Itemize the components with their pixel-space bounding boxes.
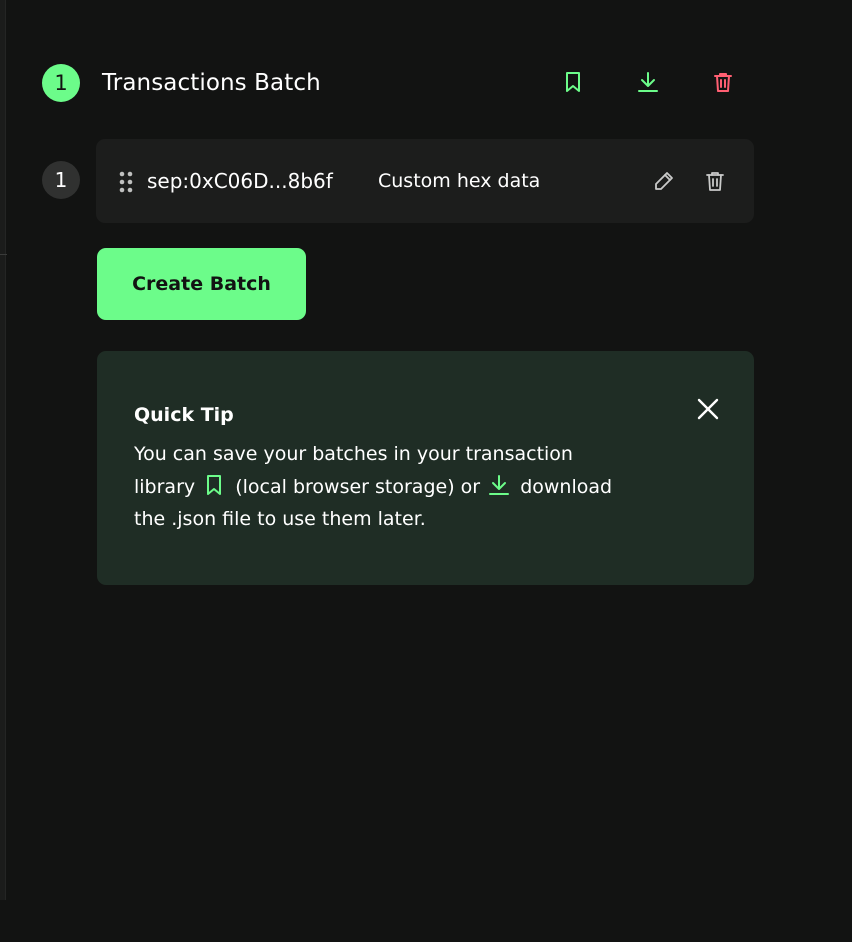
drag-handle-icon[interactable] bbox=[118, 170, 134, 194]
tip-line-2-part-1: library bbox=[134, 475, 196, 498]
transaction-address: sep:0xC06D...8b6f bbox=[147, 169, 333, 193]
create-batch-button[interactable]: Create Batch bbox=[97, 248, 306, 320]
batch-count-badge: 1 bbox=[42, 64, 80, 102]
trash-icon[interactable] bbox=[703, 169, 727, 193]
quick-tip-card: Quick Tip You can save your batches in y… bbox=[97, 351, 754, 585]
transaction-method: Custom hex data bbox=[378, 170, 541, 192]
tip-body: You can save your batches in your transa… bbox=[134, 438, 674, 536]
tip-line-2-part-3: download bbox=[520, 475, 613, 498]
tip-line-1: You can save your batches in your transa… bbox=[134, 443, 573, 465]
sidebar-edge bbox=[0, 0, 6, 900]
bookmark-icon[interactable] bbox=[561, 70, 585, 94]
close-icon[interactable] bbox=[695, 396, 721, 422]
download-icon[interactable] bbox=[636, 70, 660, 94]
transaction-index-badge: 1 bbox=[42, 161, 80, 199]
pencil-icon[interactable] bbox=[652, 169, 676, 193]
sidebar-divider bbox=[0, 254, 7, 255]
tip-line-2: library (local browser storage) or downl… bbox=[134, 471, 674, 504]
bookmark-icon bbox=[203, 474, 225, 496]
tip-line-3: the .json file to use them later. bbox=[134, 508, 426, 530]
transaction-item[interactable]: sep:0xC06D...8b6f Custom hex data bbox=[96, 139, 754, 223]
download-icon bbox=[488, 474, 510, 496]
batch-title: Transactions Batch bbox=[102, 70, 321, 96]
tip-line-2-part-2: (local browser storage) or bbox=[235, 475, 481, 498]
trash-icon[interactable] bbox=[711, 70, 735, 94]
tip-title: Quick Tip bbox=[134, 404, 234, 426]
